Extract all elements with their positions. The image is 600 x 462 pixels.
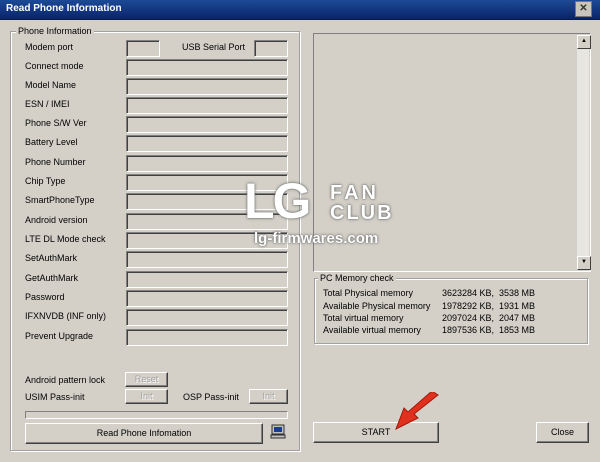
window-close-button[interactable]: ✕ (575, 1, 592, 17)
memory-kb: 1897536 KB, (442, 325, 495, 335)
scroll-down-icon[interactable]: ▼ (577, 256, 591, 270)
memory-kb: 1978292 KB, (442, 301, 495, 311)
pc-memory-legend: PC Memory check (318, 273, 396, 283)
read-phone-information-button[interactable]: Read Phone Infomation (25, 423, 263, 444)
android-pattern-lock-label: Android pattern lock (25, 375, 106, 385)
field-label: Prevent Upgrade (25, 331, 94, 341)
watermark-site: lg-firmwares.com (254, 230, 379, 247)
field-label: Chip Type (25, 176, 66, 186)
field-label: Model Name (25, 80, 77, 90)
usb-serial-port-field[interactable] (254, 40, 288, 57)
read-phone-info-window: Read Phone Information ✕ Phone Informati… (0, 0, 600, 462)
field-label: SetAuthMark (25, 253, 78, 263)
phone-information-legend: Phone Information (16, 26, 94, 36)
osp-pass-init-label: OSP Pass-init (183, 392, 239, 402)
ifxnvdb-field[interactable] (126, 309, 288, 326)
field-label: SmartPhoneType (25, 195, 95, 205)
prevent-upgrade-field[interactable] (126, 329, 288, 346)
memory-mb: 1853 MB (499, 325, 536, 335)
window-title: Read Phone Information (6, 3, 122, 14)
phone-number-field[interactable] (126, 155, 288, 172)
battery-level-field[interactable] (126, 135, 288, 152)
field-label: LTE DL Mode check (25, 234, 106, 244)
usim-pass-init-label: USIM Pass-init (25, 392, 85, 402)
password-field[interactable] (126, 290, 288, 307)
esn-imei-field[interactable] (126, 97, 288, 114)
watermark-club: CLUB (330, 202, 394, 224)
field-label: ESN / IMEI (25, 99, 70, 109)
set-auth-mark-field[interactable] (126, 251, 288, 268)
field-label: GetAuthMark (25, 273, 79, 283)
memory-mb: 3538 MB (499, 288, 536, 298)
progress-bar (25, 411, 288, 419)
get-auth-mark-field[interactable] (126, 271, 288, 288)
memory-label: Available Physical memory (323, 301, 431, 311)
field-label: Password (25, 292, 65, 302)
memory-label: Total Physical memory (323, 288, 414, 298)
memory-label: Available virtual memory (323, 325, 421, 335)
computer-icon[interactable] (270, 424, 286, 440)
memory-kb: 3623284 KB, (442, 288, 495, 298)
scroll-up-icon[interactable]: ▲ (577, 35, 591, 49)
reset-button[interactable]: Reset (125, 372, 168, 387)
close-button[interactable]: Close (536, 422, 589, 443)
modem-port-field[interactable] (126, 40, 160, 57)
memory-kb: 2097024 KB, (442, 313, 495, 323)
field-label: Phone Number (25, 157, 86, 167)
phone-sw-ver-field[interactable] (126, 116, 288, 133)
osp-init-button[interactable]: Init (249, 389, 288, 404)
modem-port-label: Modem port (25, 42, 74, 52)
usb-serial-port-label: USB Serial Port (182, 42, 246, 52)
model-name-field[interactable] (126, 78, 288, 95)
field-label: Phone S/W Ver (25, 118, 87, 128)
field-label: Connect mode (25, 61, 84, 71)
red-arrow-icon (392, 390, 442, 432)
memory-mb: 1931 MB (499, 301, 536, 311)
field-label: Android version (25, 215, 88, 225)
title-bar: Read Phone Information ✕ (0, 0, 600, 20)
field-label: Battery Level (25, 137, 78, 147)
connect-mode-field[interactable] (126, 59, 288, 76)
usim-init-button[interactable]: Init (125, 389, 168, 404)
memory-label: Total virtual memory (323, 313, 404, 323)
watermark-logo: LG (244, 173, 311, 229)
memory-mb: 2047 MB (499, 313, 536, 323)
log-scrollbar[interactable]: ▲ ▼ (577, 35, 591, 270)
field-label: IFXNVDB (INF only) (25, 311, 107, 321)
